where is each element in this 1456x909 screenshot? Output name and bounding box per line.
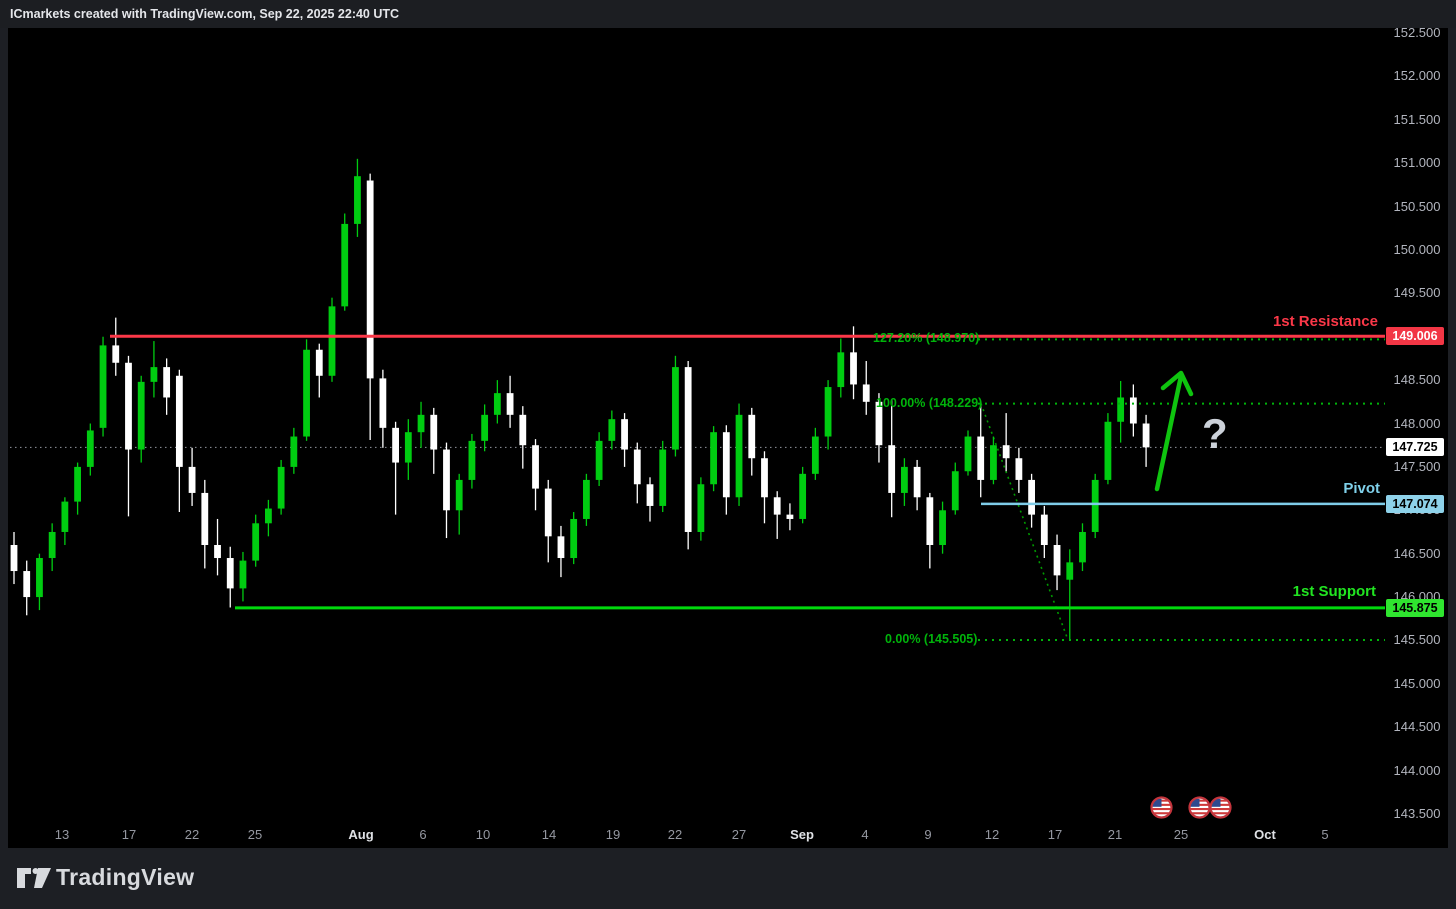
candle[interactable]	[1092, 474, 1099, 538]
time-axis-tick[interactable]: 4	[835, 827, 895, 842]
time-axis-tick[interactable]: 9	[898, 827, 958, 842]
candle[interactable]	[710, 426, 717, 491]
time-axis-tick[interactable]: 5	[1295, 827, 1355, 842]
price-axis-tick[interactable]: 148.500	[1388, 372, 1446, 387]
current-price-badge[interactable]: 147.725	[1386, 438, 1444, 456]
candle[interactable]	[965, 430, 972, 475]
tradingview-logo-icon[interactable]	[16, 865, 52, 893]
price-axis-tick[interactable]: 150.500	[1388, 199, 1446, 214]
time-axis-tick[interactable]: 21	[1085, 827, 1145, 842]
support-level-label[interactable]: 1st Support	[1148, 583, 1376, 600]
chart-attribution-title: ICmarkets created with TradingView.com, …	[0, 0, 399, 21]
time-axis-tick[interactable]: 17	[1025, 827, 1085, 842]
candle[interactable]	[341, 214, 348, 311]
price-axis-tick[interactable]: 147.500	[1388, 459, 1446, 474]
us-flag-event-icon[interactable]	[1188, 796, 1211, 824]
fib-level-label[interactable]: 0.00% (145.505)	[885, 632, 977, 646]
candle[interactable]	[697, 477, 704, 540]
candle[interactable]	[672, 356, 679, 457]
price-axis-tick[interactable]: 150.000	[1388, 242, 1446, 257]
fib-level-label[interactable]: 100.00% (148.229)	[876, 396, 982, 410]
resistance-level-label[interactable]: 1st Resistance	[1148, 313, 1378, 330]
time-axis-tick[interactable]: 17	[99, 827, 159, 842]
time-axis-tick[interactable]: 14	[519, 827, 579, 842]
candle[interactable]	[736, 404, 743, 506]
time-axis-tick[interactable]: 25	[225, 827, 285, 842]
candle[interactable]	[278, 460, 285, 515]
time-axis-tick[interactable]: 27	[709, 827, 769, 842]
question-mark-annotation[interactable]: ?	[1202, 410, 1228, 458]
candle[interactable]	[100, 337, 107, 437]
time-axis-tick[interactable]: 6	[393, 827, 453, 842]
us-flag-event-icon[interactable]	[1209, 796, 1232, 824]
candle[interactable]	[659, 441, 666, 512]
price-axis-tick[interactable]: 145.000	[1388, 676, 1446, 691]
time-axis-tick[interactable]: Oct	[1235, 827, 1295, 842]
time-axis-tick[interactable]: 22	[162, 827, 222, 842]
price-axis-tick[interactable]: 145.500	[1388, 632, 1446, 647]
tradingview-brand-text[interactable]: TradingView	[56, 864, 194, 891]
footer-bar: TradingView	[0, 848, 1456, 909]
support-price-badge[interactable]: 145.875	[1386, 599, 1444, 617]
chart-header-bar: ICmarkets created with TradingView.com, …	[0, 0, 1456, 28]
us-flag-event-icon[interactable]	[1150, 796, 1173, 824]
price-axis-tick[interactable]: 152.000	[1388, 68, 1446, 83]
tradingview-chart-window: ICmarkets created with TradingView.com, …	[0, 0, 1456, 909]
resistance-price-badge[interactable]: 149.006	[1386, 327, 1444, 345]
price-axis-tick[interactable]: 144.500	[1388, 719, 1446, 734]
price-axis-tick[interactable]: 144.000	[1388, 763, 1446, 778]
price-axis-tick[interactable]: 151.000	[1388, 155, 1446, 170]
time-axis-tick[interactable]: 25	[1151, 827, 1211, 842]
price-axis-tick[interactable]: 143.500	[1388, 806, 1446, 821]
time-axis-tick[interactable]: 12	[962, 827, 1022, 842]
price-axis-tick[interactable]: 146.500	[1388, 546, 1446, 561]
candle[interactable]	[303, 339, 310, 441]
time-axis-tick[interactable]: Aug	[331, 827, 391, 842]
time-axis-tick[interactable]: 13	[32, 827, 92, 842]
time-axis-tick[interactable]: 19	[583, 827, 643, 842]
candlestick-chart-canvas[interactable]	[0, 0, 1456, 909]
candle[interactable]	[570, 512, 577, 564]
price-axis-tick[interactable]: 151.500	[1388, 112, 1446, 127]
candle[interactable]	[138, 376, 145, 463]
time-axis-tick[interactable]: 22	[645, 827, 705, 842]
time-axis-tick[interactable]: 10	[453, 827, 513, 842]
fib-level-label[interactable]: 127.20% (148.970)	[873, 331, 979, 345]
price-axis-tick[interactable]: 148.000	[1388, 416, 1446, 431]
pivot-level-label[interactable]: Pivot	[1198, 480, 1380, 497]
candle[interactable]	[799, 467, 806, 523]
candle[interactable]	[583, 474, 590, 526]
time-axis-tick[interactable]: Sep	[772, 827, 832, 842]
candle[interactable]	[685, 361, 692, 549]
candle[interactable]	[329, 298, 336, 382]
price-axis-tick[interactable]: 149.500	[1388, 285, 1446, 300]
candle[interactable]	[1105, 413, 1112, 484]
pivot-price-badge[interactable]: 147.074	[1386, 495, 1444, 513]
